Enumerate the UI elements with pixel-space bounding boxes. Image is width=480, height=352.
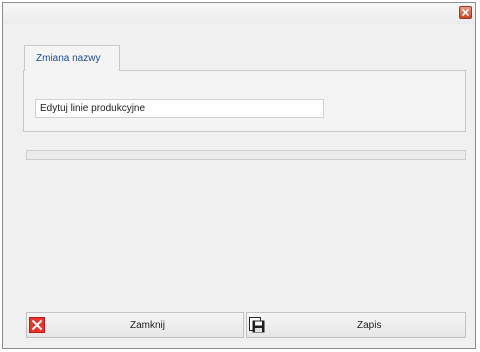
close-button[interactable]: Zamknij — [26, 312, 244, 338]
name-input[interactable] — [35, 99, 324, 118]
title-bar — [3, 3, 475, 24]
collapsible-section-bar[interactable] — [26, 150, 466, 160]
tab-rename-label: Zmiana nazwy — [36, 53, 101, 64]
save-button-label: Zapis — [357, 320, 382, 331]
save-button[interactable]: Zapis — [246, 312, 466, 338]
close-icon — [29, 317, 45, 333]
tab-rename[interactable]: Zmiana nazwy — [24, 45, 120, 71]
close-icon — [462, 9, 469, 16]
floppy-disk-icon — [249, 317, 265, 333]
window-close-button[interactable] — [459, 6, 472, 19]
close-button-label: Zamknij — [130, 320, 166, 331]
